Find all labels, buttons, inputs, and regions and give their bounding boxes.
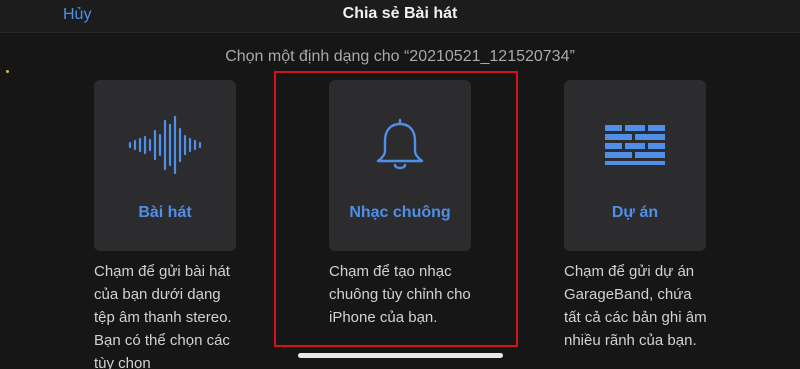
project-label: Dự án bbox=[611, 204, 659, 221]
brick-wall-icon bbox=[564, 110, 706, 180]
option-song: Bài hát Chạm để gửi bài hát của bạn dưới… bbox=[94, 80, 236, 369]
format-prompt: Chọn một định dạng cho “20210521_1215207… bbox=[225, 48, 575, 65]
project-tile[interactable]: Dự án bbox=[564, 80, 706, 251]
waveform-icon bbox=[94, 110, 236, 180]
page-title: Chia sẻ Bài hát bbox=[342, 5, 458, 22]
selection-highlight bbox=[274, 71, 518, 347]
decorative-dot bbox=[6, 70, 9, 73]
song-label: Bài hát bbox=[138, 204, 192, 221]
project-description: Chạm để gửi dự án GarageBand, chứa tất c… bbox=[564, 263, 707, 349]
song-tile[interactable]: Bài hát bbox=[94, 80, 236, 251]
option-project: Dự án Chạm để gửi dự án GarageBand, chứa… bbox=[564, 80, 707, 352]
share-song-screen: Hủy Chia sẻ Bài hát Chọn một định dạng c… bbox=[0, 0, 800, 369]
song-description: Chạm để gửi bài hát của bạn dưới dạng tệ… bbox=[94, 263, 232, 369]
navigation-bar: Hủy Chia sẻ Bài hát bbox=[0, 0, 800, 33]
home-indicator[interactable] bbox=[298, 353, 503, 358]
